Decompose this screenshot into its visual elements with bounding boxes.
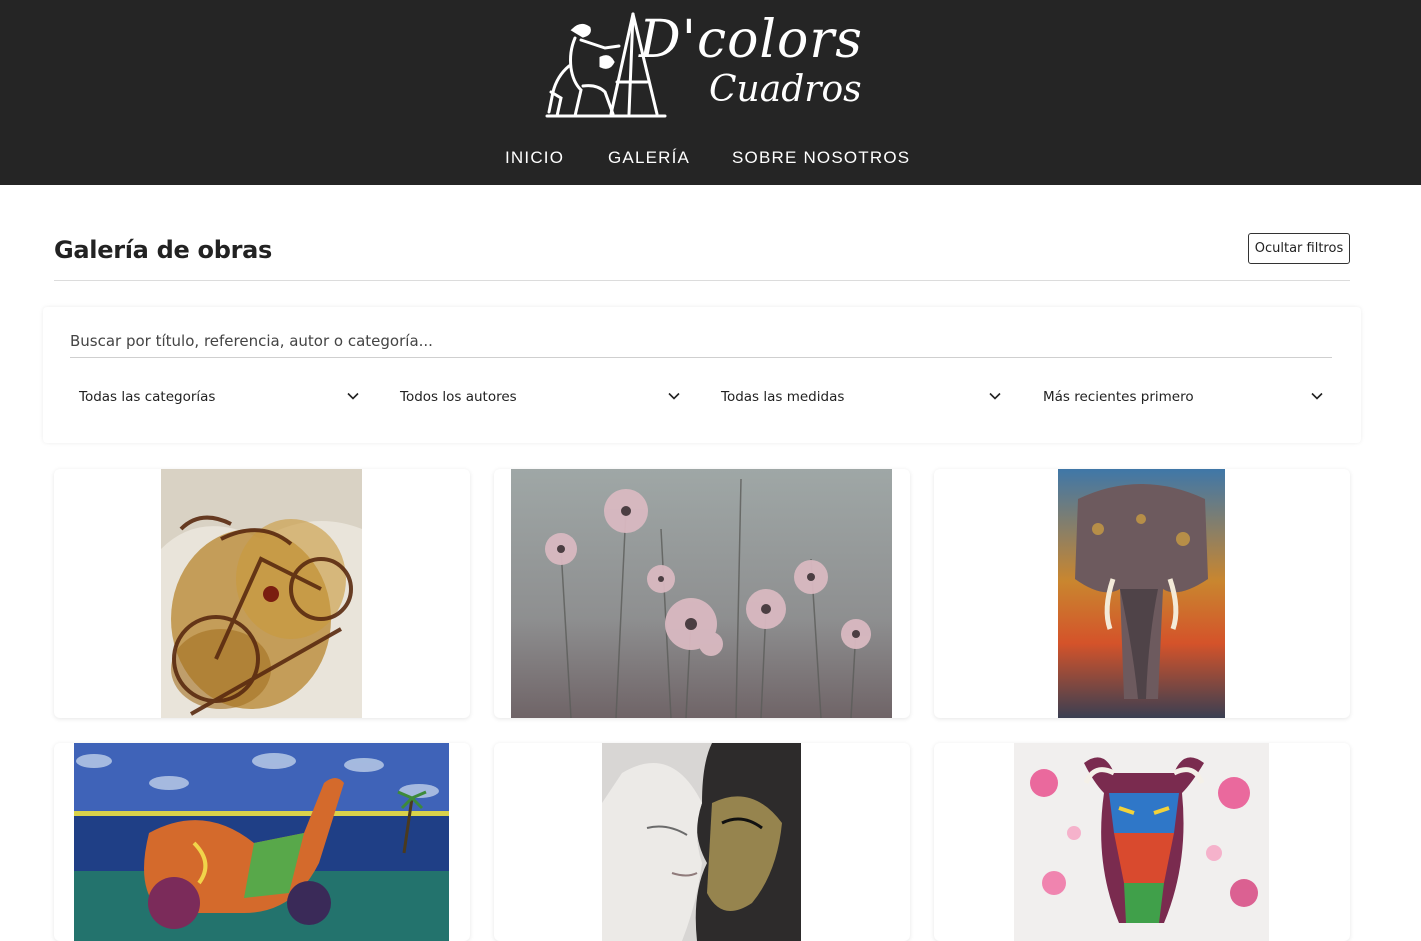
chevron-down-icon [1311,392,1323,400]
search-input[interactable] [70,325,1332,358]
artwork-image[interactable] [602,743,801,941]
artwork-card[interactable] [54,743,470,941]
artwork-card[interactable] [494,469,910,718]
artwork-image[interactable] [1058,469,1225,718]
artwork-image[interactable] [161,469,362,718]
artwork-card[interactable] [494,743,910,941]
filters-panel: Todas las categorías Todos los autores T… [43,307,1361,443]
brand-subtitle: Cuadros [709,69,862,110]
divider [54,280,1350,281]
site-header: D'colors Cuadros INICIO GALERÍA SOBRE NO… [0,0,1421,185]
chevron-down-icon [989,392,1001,400]
main-nav: INICIO GALERÍA SOBRE NOSOTROS [0,148,1421,172]
artwork-card[interactable] [934,469,1350,718]
nav-link-galeria[interactable]: GALERÍA [608,148,690,168]
artwork-image[interactable] [74,743,449,941]
artwork-card[interactable] [54,469,470,718]
chevron-down-icon [347,392,359,400]
author-select-value: Todos los autores [400,389,517,405]
size-select-value: Todas las medidas [721,389,845,405]
category-select-value: Todas las categorías [79,389,216,405]
artwork-card[interactable] [934,743,1350,941]
artwork-image[interactable] [1014,743,1269,941]
page-title: Galería de obras [54,236,273,264]
sort-select-value: Más recientes primero [1043,389,1194,405]
size-select[interactable]: Todas las medidas [713,381,1003,413]
brand-logo[interactable]: D'colors Cuadros [545,8,862,120]
brand-name: D'colors [639,10,863,70]
author-select[interactable]: Todos los autores [392,381,682,413]
category-select[interactable]: Todas las categorías [71,381,361,413]
nav-link-inicio[interactable]: INICIO [505,148,564,168]
sort-select[interactable]: Más recientes primero [1035,381,1325,413]
artwork-image[interactable] [511,469,892,718]
chevron-down-icon [668,392,680,400]
hide-filters-button[interactable]: Ocultar filtros [1248,233,1350,264]
nav-link-sobre-nosotros[interactable]: SOBRE NOSOTROS [732,148,910,168]
